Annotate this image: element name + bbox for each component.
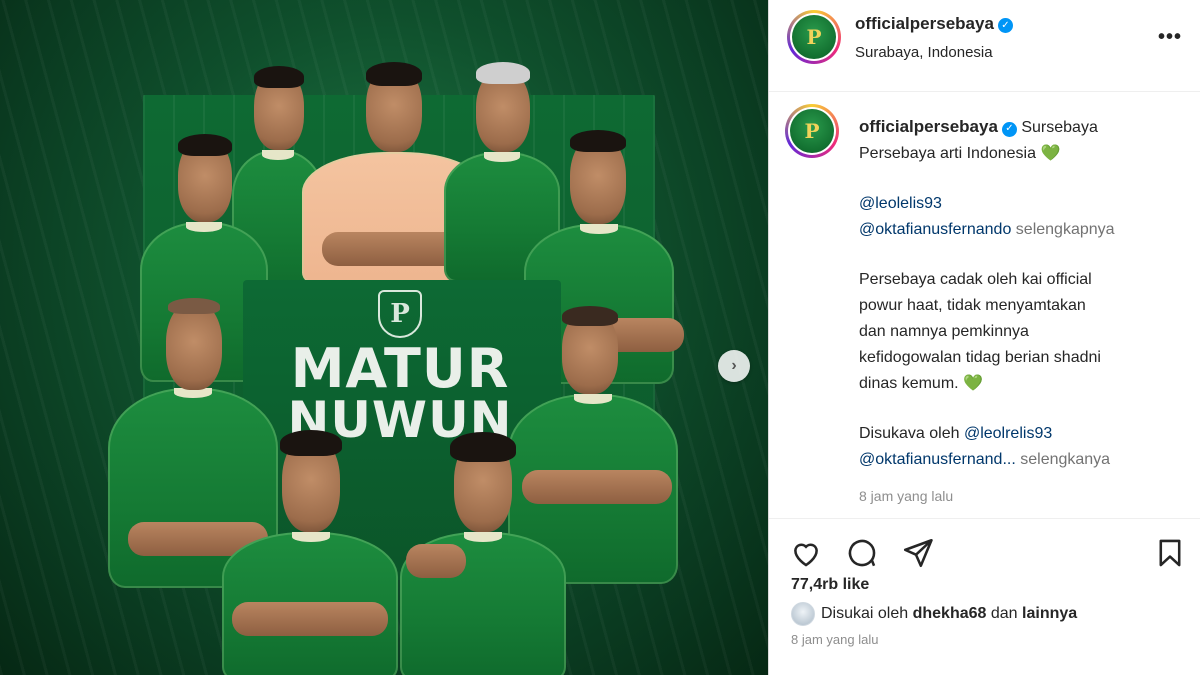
club-logo-icon: P xyxy=(790,109,834,153)
liked-by-prefix: Disukai oleh xyxy=(821,605,909,622)
likes-count[interactable]: 77,4rb like xyxy=(791,576,869,594)
post-header: P officialpersebaya ✓ Surabaya, Indonesia… xyxy=(769,0,1200,92)
bookmark-icon[interactable] xyxy=(1153,536,1187,570)
heart-icon[interactable] xyxy=(789,536,823,570)
post-image[interactable]: P MATUR NUWUN › xyxy=(0,0,768,675)
caption-avatar[interactable]: P xyxy=(785,104,839,158)
mention-link[interactable]: @leolelis93 xyxy=(859,195,942,212)
caption-paragraph-line: Persebaya cadak oleh kai official xyxy=(859,271,1092,288)
action-bar xyxy=(769,532,1200,572)
caption-paragraph-line: dan namnya pemkinnya xyxy=(859,323,1029,340)
green-heart-icon: 💚 xyxy=(1040,145,1061,162)
verified-badge-icon: ✓ xyxy=(1001,121,1017,137)
divider xyxy=(769,518,1200,519)
caption-username[interactable]: officialpersebaya xyxy=(859,117,998,136)
comment-icon[interactable] xyxy=(845,536,879,570)
club-crest-icon: P xyxy=(378,290,422,338)
see-more-link[interactable]: selengkanya xyxy=(1020,451,1110,468)
caption-timestamp: 8 jam yang lalu xyxy=(859,488,954,504)
caption-paragraph-line: kefidogowalan tidag berian shadni xyxy=(859,349,1101,366)
post-timestamp: 8 jam yang lalu xyxy=(791,632,879,647)
header-username[interactable]: officialpersebaya xyxy=(855,14,994,33)
club-logo-icon: P xyxy=(792,15,836,59)
caption-block: P officialpersebaya ✓ Sursebaya Persebaya… xyxy=(769,92,1200,512)
green-heart-icon: 💚 xyxy=(963,375,983,392)
chevron-right-icon: › xyxy=(731,357,737,374)
mention-link[interactable]: @leolrelis93 xyxy=(964,425,1052,442)
account-avatar[interactable]: P xyxy=(787,10,841,64)
mention-link[interactable]: @oktafianusfernand... xyxy=(859,451,1016,468)
caption-first-line: Sursebaya xyxy=(1021,119,1098,136)
post-sidebar: P officialpersebaya ✓ Surabaya, Indonesia… xyxy=(768,0,1200,675)
player-figure xyxy=(222,428,398,675)
liker-avatar[interactable] xyxy=(791,602,815,626)
caption-text: officialpersebaya ✓ Sursebaya Persebaya a… xyxy=(859,114,1189,509)
mention-link[interactable]: @oktafianusfernando xyxy=(859,221,1011,238)
post-location[interactable]: Surabaya, Indonesia xyxy=(855,44,993,61)
headline-line-1: MATUR xyxy=(290,337,510,400)
verified-badge-icon: ✓ xyxy=(997,18,1013,33)
share-icon[interactable] xyxy=(901,536,935,570)
header-username-row[interactable]: officialpersebaya ✓ xyxy=(855,14,1013,34)
liked-by-row: Disukai oleh dhekha68 dan lainnya xyxy=(791,602,1077,626)
liked-by-user[interactable]: dhekha68 xyxy=(913,605,987,623)
caption-paragraph-line: dinas kemum. xyxy=(859,375,959,392)
next-image-button[interactable]: › xyxy=(718,350,750,382)
see-more-link[interactable]: selengkapnya xyxy=(1016,221,1115,238)
caption-second-line: Persebaya arti Indonesia xyxy=(859,145,1036,162)
liked-by-conj: dan xyxy=(990,605,1018,622)
liked-by-others[interactable]: lainnya xyxy=(1022,605,1077,623)
liked-prefix: Disukava oleh xyxy=(859,425,960,442)
more-options-icon[interactable]: ••• xyxy=(1158,26,1182,49)
caption-paragraph-line: powur haat, tidak menyamtakan xyxy=(859,297,1086,314)
player-figure xyxy=(400,432,566,675)
